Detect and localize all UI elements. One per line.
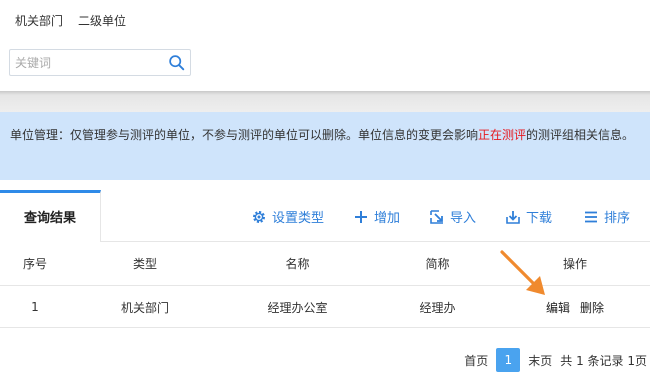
download-icon xyxy=(506,210,520,224)
first-page-link[interactable]: 首页 xyxy=(464,352,488,369)
download-label: 下载 xyxy=(526,211,553,226)
page-button-current[interactable]: 1 xyxy=(496,348,521,372)
table-header: 序号 类型 名称 简称 操作 xyxy=(0,242,650,286)
sort-label: 排序 xyxy=(604,211,631,226)
download-button[interactable]: 下载 xyxy=(505,207,552,226)
pointer-arrow-icon xyxy=(500,250,545,295)
import-icon xyxy=(430,209,443,224)
tab-org-departments[interactable]: 机关部门 xyxy=(15,12,63,29)
header-type: 类型 xyxy=(132,257,157,271)
info-banner: 单位管理：仅管理参与测评的单位，不参与测评的单位可以删除。单位信息的变更会影响正… xyxy=(0,112,650,180)
tab-secondary-units[interactable]: 二级单位 xyxy=(78,12,126,29)
set-type-label: 设置类型 xyxy=(272,211,325,226)
divider-band xyxy=(0,91,650,112)
sort-button[interactable]: 排序 xyxy=(583,207,630,226)
unit-management-page: 机关部门 二级单位 单位管理：仅管理参与测评的单位，不参与测评的单位可以删除。单… xyxy=(0,0,650,384)
add-button[interactable]: 增加 xyxy=(353,207,400,226)
set-type-button[interactable]: 设置类型 xyxy=(251,207,324,226)
banner-text-after: 的测评组相关信息。 xyxy=(526,128,635,142)
banner-text-before: 单位管理：仅管理参与测评的单位，不参与测评的单位可以删除。单位信息的变更会影响 xyxy=(10,128,479,142)
search-box xyxy=(9,49,191,76)
record-summary: 共 1 条记录 1页 xyxy=(560,353,647,368)
last-page-link[interactable]: 末页 xyxy=(528,352,552,369)
header-index: 序号 xyxy=(22,257,47,271)
plus-icon xyxy=(355,210,367,223)
top-tabs: 机关部门 二级单位 xyxy=(15,12,126,29)
import-button[interactable]: 导入 xyxy=(429,207,476,226)
delete-link[interactable]: 删除 xyxy=(580,299,604,316)
gear-icon xyxy=(253,210,265,223)
toolbar: 查询结果 设置类型 增加 导入 下载 排序 xyxy=(0,190,650,242)
edit-link[interactable]: 编辑 xyxy=(546,299,570,316)
header-short-name: 简称 xyxy=(425,257,450,271)
search-icon[interactable] xyxy=(168,54,185,71)
search-input[interactable] xyxy=(10,50,160,75)
tab-query-results[interactable]: 查询结果 xyxy=(0,190,101,242)
list-icon xyxy=(585,211,597,222)
table-row: 1 机关部门 经理办公室 经理办 编辑 删除 xyxy=(0,287,650,328)
banner-highlight: 正在测评 xyxy=(478,128,527,142)
row-name: 经理办公室 xyxy=(267,300,328,315)
import-label: 导入 xyxy=(450,211,477,226)
row-index: 1 xyxy=(31,300,39,314)
header-name: 名称 xyxy=(285,257,310,271)
pagination: 首页 1 末页 共 1 条记录 1页 xyxy=(464,348,647,372)
row-short-name: 经理办 xyxy=(419,300,456,315)
add-label: 增加 xyxy=(374,211,401,226)
row-type: 机关部门 xyxy=(120,300,169,315)
